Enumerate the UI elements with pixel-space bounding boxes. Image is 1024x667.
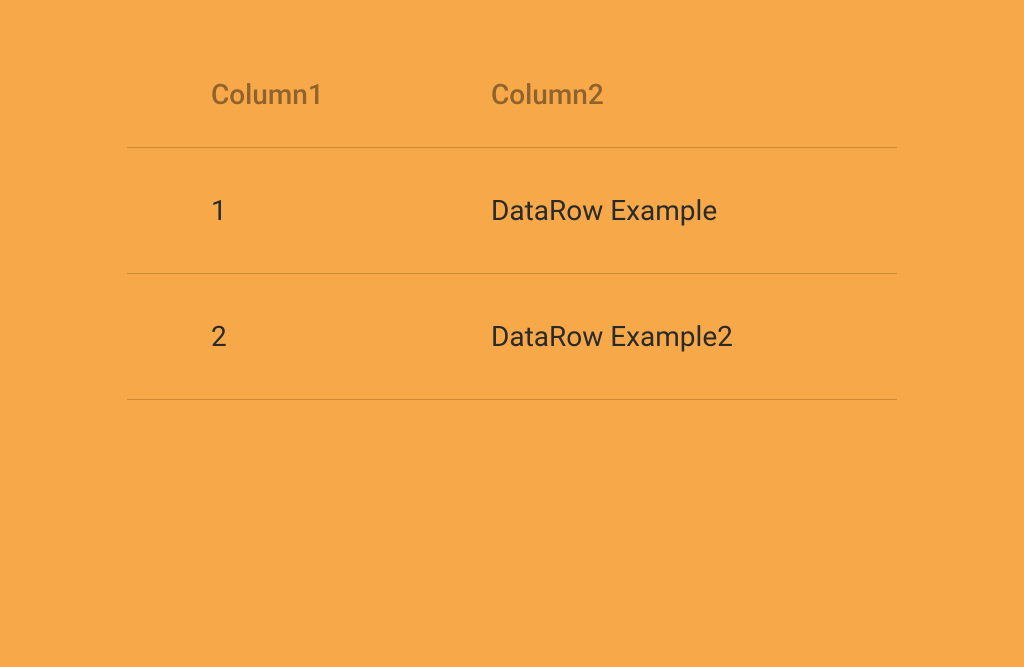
cell-col2: DataRow Example: [491, 194, 813, 227]
column-header-2[interactable]: Column2: [491, 78, 813, 111]
column-header-1[interactable]: Column1: [211, 78, 491, 111]
table-header-row: Column1 Column2: [127, 78, 897, 148]
data-table: Column1 Column2 1 DataRow Example 2 Data…: [127, 78, 897, 400]
cell-col1: 1: [211, 194, 491, 227]
table-row[interactable]: 1 DataRow Example: [127, 148, 897, 274]
cell-col2: DataRow Example2: [491, 320, 813, 353]
cell-col1: 2: [211, 320, 491, 353]
table-row[interactable]: 2 DataRow Example2: [127, 274, 897, 400]
